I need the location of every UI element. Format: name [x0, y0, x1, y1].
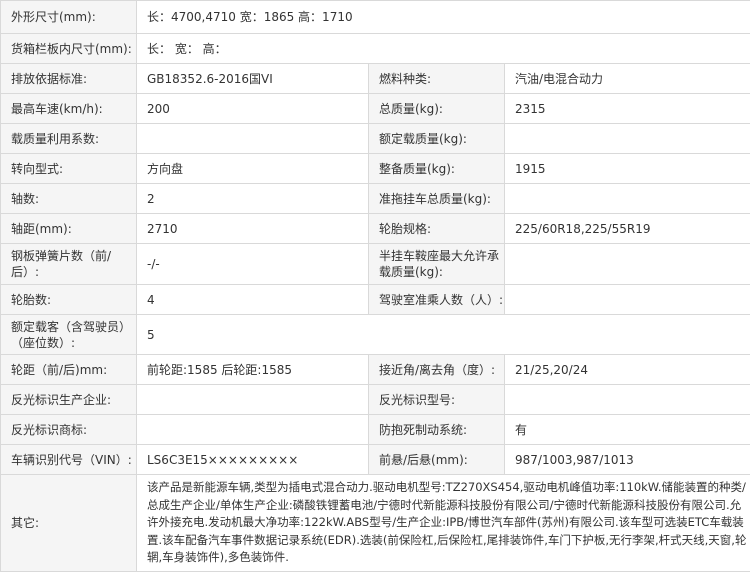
- spec-table: 外形尺寸(mm): 长：4700,4710 宽：1865 高：1710 货箱栏板…: [0, 0, 750, 572]
- row-vin-overhang: 车辆识别代号（VIN）: LS6C3E15××××××××× 前悬/后悬(mm)…: [1, 445, 750, 475]
- curb-mass-value: 1915: [505, 154, 750, 184]
- cargo-box-size-value: 长： 宽： 高：: [137, 34, 750, 64]
- leaf-springs-label: 钢板弹簧片数（前/后）:: [1, 244, 137, 285]
- rated-load-value: [505, 124, 750, 154]
- seating-label: 额定载客（含驾驶员）（座位数）:: [1, 315, 137, 355]
- row-steering-curb: 转向型式: 方向盘 整备质量(kg): 1915: [1, 154, 750, 184]
- emission-standard-label: 排放依据标准:: [1, 64, 137, 94]
- overhang-value: 987/1003,987/1013: [505, 445, 750, 475]
- row-reflective-brand: 反光标识商标: 防抱死制动系统: 有: [1, 415, 750, 445]
- row-axles-trailer: 轴数: 2 准拖挂车总质量(kg):: [1, 184, 750, 214]
- cargo-box-size-label: 货箱栏板内尺寸(mm):: [1, 34, 137, 64]
- approach-departure-value: 21/25,20/24: [505, 355, 750, 385]
- track-width-value: 前轮距:1585 后轮距:1585: [137, 355, 369, 385]
- steering-type-value: 方向盘: [137, 154, 369, 184]
- saddle-load-value: [505, 244, 750, 285]
- load-factor-label: 载质量利用系数:: [1, 124, 137, 154]
- vin-value: LS6C3E15×××××××××: [137, 445, 369, 475]
- rated-load-label: 额定载质量(kg):: [369, 124, 505, 154]
- leaf-springs-value: -/-: [137, 244, 369, 285]
- tire-count-label: 轮胎数:: [1, 285, 137, 315]
- curb-mass-label: 整备质量(kg):: [369, 154, 505, 184]
- reflective-model-label: 反光标识型号:: [369, 385, 505, 415]
- fuel-type-value: 汽油/电混合动力: [505, 64, 750, 94]
- abs-label: 防抱死制动系统:: [369, 415, 505, 445]
- row-emission-fuel: 排放依据标准: GB18352.6-2016国VI 燃料种类: 汽油/电混合动力: [1, 64, 750, 94]
- saddle-load-label: 半挂车鞍座最大允许承载质量(kg):: [369, 244, 505, 285]
- reflective-brand-label: 反光标识商标:: [1, 415, 137, 445]
- seating-value: 5: [137, 315, 750, 355]
- reflective-model-value: [505, 385, 750, 415]
- wheelbase-value: 2710: [137, 214, 369, 244]
- tire-spec-label: 轮胎规格:: [369, 214, 505, 244]
- reflective-maker-label: 反光标识生产企业:: [1, 385, 137, 415]
- row-wheelbase-tires: 轴距(mm): 2710 轮胎规格: 225/60R18,225/55R19: [1, 214, 750, 244]
- trailer-mass-value: [505, 184, 750, 214]
- total-mass-label: 总质量(kg):: [369, 94, 505, 124]
- dimensions-label: 外形尺寸(mm):: [1, 1, 137, 34]
- other-notes: 该产品是新能源车辆,类型为插电式混合动力.驱动电机型号:TZ270XS454,驱…: [137, 475, 750, 572]
- row-springs-saddle: 钢板弹簧片数（前/后）: -/- 半挂车鞍座最大允许承载质量(kg):: [1, 244, 750, 285]
- tire-spec-value: 225/60R18,225/55R19: [505, 214, 750, 244]
- steering-type-label: 转向型式:: [1, 154, 137, 184]
- row-speed-mass: 最高车速(km/h): 200 总质量(kg): 2315: [1, 94, 750, 124]
- max-speed-value: 200: [137, 94, 369, 124]
- row-dimensions: 外形尺寸(mm): 长：4700,4710 宽：1865 高：1710: [1, 1, 750, 34]
- row-track-angles: 轮距（前/后)mm: 前轮距:1585 后轮距:1585 接近角/离去角（度）:…: [1, 355, 750, 385]
- track-width-label: 轮距（前/后)mm:: [1, 355, 137, 385]
- total-mass-value: 2315: [505, 94, 750, 124]
- axle-count-label: 轴数:: [1, 184, 137, 214]
- reflective-brand-value: [137, 415, 369, 445]
- cab-occupants-value: [505, 285, 750, 315]
- row-seating: 额定载客（含驾驶员）（座位数）: 5: [1, 315, 750, 355]
- dimensions-value: 长：4700,4710 宽：1865 高：1710: [137, 1, 750, 34]
- row-cargo-box-size: 货箱栏板内尺寸(mm): 长： 宽： 高：: [1, 34, 750, 64]
- max-speed-label: 最高车速(km/h):: [1, 94, 137, 124]
- axle-count-value: 2: [137, 184, 369, 214]
- trailer-mass-label: 准拖挂车总质量(kg):: [369, 184, 505, 214]
- fuel-type-label: 燃料种类:: [369, 64, 505, 94]
- approach-departure-label: 接近角/离去角（度）:: [369, 355, 505, 385]
- vin-label: 车辆识别代号（VIN）:: [1, 445, 137, 475]
- tire-count-value: 4: [137, 285, 369, 315]
- overhang-label: 前悬/后悬(mm):: [369, 445, 505, 475]
- emission-standard-value: GB18352.6-2016国VI: [137, 64, 369, 94]
- row-reflective-maker: 反光标识生产企业: 反光标识型号:: [1, 385, 750, 415]
- row-load-factor: 载质量利用系数: 额定载质量(kg):: [1, 124, 750, 154]
- row-tires-cab: 轮胎数: 4 驾驶室准乘人数（人）:: [1, 285, 750, 315]
- load-factor-value: [137, 124, 369, 154]
- abs-value: 有: [505, 415, 750, 445]
- wheelbase-label: 轴距(mm):: [1, 214, 137, 244]
- cab-occupants-label: 驾驶室准乘人数（人）:: [369, 285, 505, 315]
- reflective-maker-value: [137, 385, 369, 415]
- row-other: 其它: 该产品是新能源车辆,类型为插电式混合动力.驱动电机型号:TZ270XS4…: [1, 475, 750, 572]
- other-label: 其它:: [1, 475, 137, 572]
